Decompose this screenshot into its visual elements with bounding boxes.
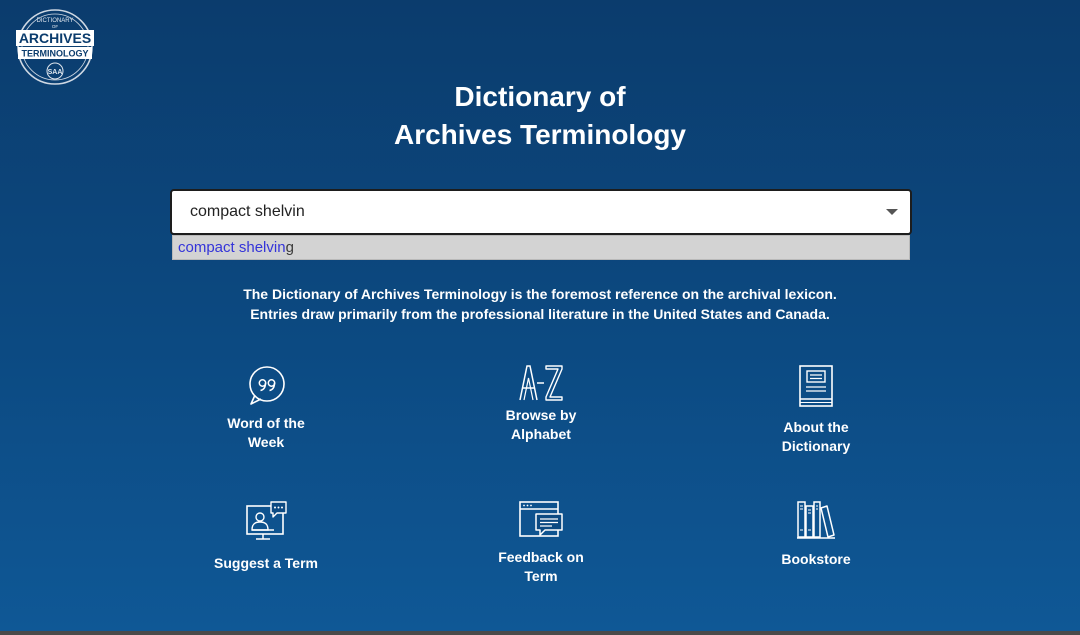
about-the-dictionary-link[interactable]: About the Dictionary xyxy=(731,364,901,456)
word-of-the-week-link[interactable]: Word of the Week xyxy=(181,364,351,452)
suggestion-rest-text: g xyxy=(285,239,294,256)
autocomplete-suggestion[interactable]: compact shelving xyxy=(172,235,910,260)
tile-label-line1: Browse by xyxy=(505,407,577,423)
feedback-window-icon xyxy=(519,501,563,537)
tile-label-line1: Feedback on xyxy=(498,549,584,565)
chevron-down-icon xyxy=(886,209,898,215)
suggestion-match-text: compact shelvin xyxy=(178,239,286,256)
search-area: compact shelving xyxy=(170,189,912,260)
description-line2: Entries draw primarily from the professi… xyxy=(250,306,830,322)
bottom-border xyxy=(0,631,1080,635)
tile-label-line2: Alphabet xyxy=(511,426,571,442)
page-title-line1: Dictionary of xyxy=(454,81,626,112)
logo-badge: SAA xyxy=(48,69,63,76)
site-description: The Dictionary of Archives Terminology i… xyxy=(0,284,1080,324)
feedback-on-term-link[interactable]: Feedback on Term xyxy=(456,500,626,586)
tile-label: Bookstore xyxy=(781,551,851,567)
dropdown-toggle-button[interactable] xyxy=(882,202,902,222)
description-line1: The Dictionary of Archives Terminology i… xyxy=(243,286,837,302)
book-icon xyxy=(799,365,833,407)
logo-of-text: OF xyxy=(52,24,59,29)
bookshelf-icon xyxy=(797,501,835,539)
saa-logo[interactable]: DICTIONARY OF ARCHIVES TERMINOLOGY SAA xyxy=(14,8,96,86)
video-chat-icon xyxy=(246,501,287,540)
logo-line1: ARCHIVES xyxy=(19,30,91,46)
suggest-a-term-link[interactable]: Suggest a Term xyxy=(181,500,351,573)
tile-label-line1: Word of the xyxy=(227,415,305,431)
logo-line2: TERMINOLOGY xyxy=(22,49,89,59)
quote-bubble-icon xyxy=(249,366,285,405)
search-box xyxy=(170,189,912,235)
logo-icon: DICTIONARY OF ARCHIVES TERMINOLOGY SAA xyxy=(16,9,94,85)
page-title: Dictionary of Archives Terminology xyxy=(0,78,1080,154)
page-title-line2: Archives Terminology xyxy=(393,119,686,150)
browse-by-alphabet-link[interactable]: Browse by Alphabet xyxy=(456,364,626,444)
bookstore-link[interactable]: Bookstore xyxy=(731,500,901,569)
tile-label-line2: Dictionary xyxy=(781,438,851,454)
search-input[interactable] xyxy=(172,191,852,233)
tile-label-line2: Week xyxy=(247,434,285,450)
tile-label: Suggest a Term xyxy=(214,555,318,571)
a-z-icon xyxy=(519,365,563,401)
tile-label-line2: Term xyxy=(524,568,558,584)
tile-label-line1: About the xyxy=(783,419,849,435)
